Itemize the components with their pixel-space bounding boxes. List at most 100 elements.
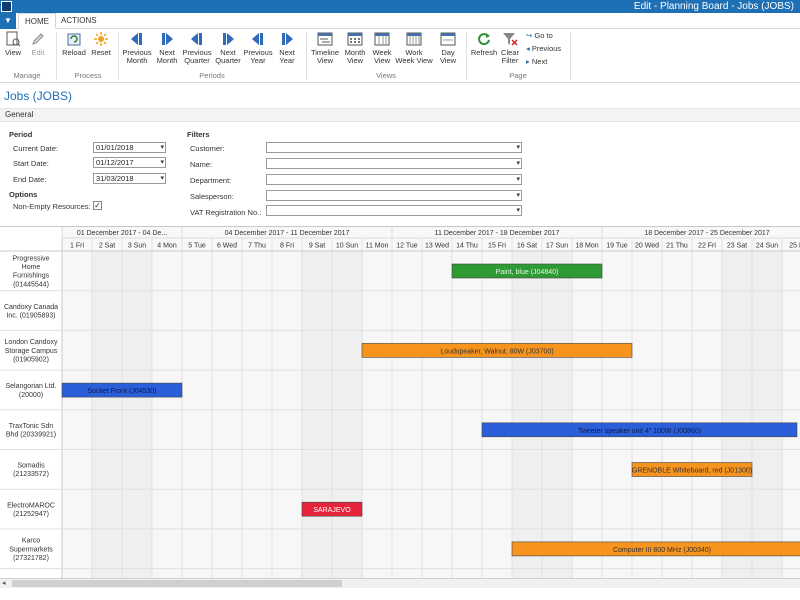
scroll-left-icon[interactable]: ◂	[2, 579, 6, 588]
job-bar-label: GRENOBLE Whiteboard, red (J01300)	[632, 468, 752, 475]
customer-field[interactable]: ▾	[266, 142, 522, 153]
next-year-button[interactable]: Next Year	[273, 31, 301, 65]
next-month-button[interactable]: Next Month	[153, 31, 181, 65]
resource-name[interactable]: Candoxy Canada Inc. (01905893)	[4, 304, 58, 320]
chevron-down-icon[interactable]: ▾	[160, 143, 164, 152]
clear-filter-label-2: Filter	[501, 56, 519, 65]
refresh-button[interactable]: Refresh	[470, 31, 498, 57]
name-label: Name:	[190, 160, 213, 169]
chevron-down-icon[interactable]: ▾	[516, 206, 520, 215]
group-views: Views	[376, 71, 396, 80]
ribbon-divider	[306, 32, 307, 80]
job-bar-label: Socket Front (J04530)	[87, 388, 156, 395]
group-page: Page	[509, 71, 527, 80]
name-field[interactable]: ▾	[266, 158, 522, 169]
end-date-field[interactable]: 31/03/2018 ▾	[93, 173, 166, 184]
refresh-label: Refresh	[470, 48, 498, 57]
ribbon-divider	[56, 32, 57, 80]
month-view-button[interactable]: Month View	[341, 31, 369, 65]
resource-name[interactable]: ElectroMAROC (21252947)	[7, 502, 55, 518]
vat-registration-label: VAT Registration No.:	[190, 208, 262, 217]
end-date-value: 31/03/2018	[96, 174, 134, 183]
day-header: 19 Tue	[606, 243, 628, 250]
day-header: 25 M	[789, 243, 800, 250]
day-header: 13 Wed	[425, 243, 449, 250]
non-empty-resources-checkbox[interactable]: ✓	[93, 201, 102, 210]
view-button[interactable]: View	[3, 31, 23, 57]
ribbon-divider	[118, 32, 119, 80]
day-header: 21 Thu	[666, 243, 688, 250]
job-bar-label: SARAJEVO	[313, 507, 351, 514]
timeline-view-button[interactable]: Timeline View	[309, 31, 341, 65]
chevron-down-icon[interactable]: ▾	[516, 191, 520, 200]
reset-button[interactable]: Reset	[89, 31, 113, 57]
week-calendar-icon	[374, 32, 390, 46]
vat-registration-field[interactable]: ▾	[266, 205, 522, 216]
go-to-label: Go to	[534, 31, 553, 40]
previous-label: Previous	[531, 44, 562, 53]
current-date-field[interactable]: 01/01/2018 ▾	[93, 142, 166, 153]
day-header: 17 Sun	[546, 243, 568, 250]
tab-home[interactable]: HOME	[18, 13, 56, 29]
scrollbar-thumb[interactable]	[12, 580, 342, 587]
month-calendar-icon	[347, 32, 363, 46]
reload-button[interactable]: Reload	[62, 31, 86, 57]
resource-name-line: (21252947)	[13, 511, 49, 518]
work-week-view-button[interactable]: Work Week View	[395, 31, 433, 65]
previous-month-button[interactable]: Previous Month	[121, 31, 153, 65]
day-header: 8 Fri	[280, 243, 294, 250]
ribbon-tab-bar: ▼ HOME ACTIONS	[0, 13, 800, 29]
tab-actions[interactable]: ACTIONS	[55, 13, 103, 29]
month-view-label-2: View	[346, 56, 364, 65]
app-menu-button[interactable]: ▼	[0, 13, 16, 29]
reset-icon	[94, 32, 108, 46]
group-manage: Manage	[13, 71, 41, 80]
resource-name-line: (01445544)	[13, 281, 49, 288]
previous-quarter-button[interactable]: Previous Quarter	[181, 31, 213, 65]
previous-button[interactable]: ◂ Previous	[526, 44, 561, 53]
salesperson-field[interactable]: ▾	[266, 190, 522, 201]
resource-name[interactable]: Progressive Home Furnishings (01445544)	[13, 255, 50, 288]
previous-arrow-icon: ◂	[526, 44, 530, 53]
week-view-button[interactable]: Week View	[369, 31, 395, 65]
next-quarter-button[interactable]: Next Quarter	[213, 31, 243, 65]
horizontal-scrollbar[interactable]: ◂	[0, 578, 800, 588]
page-title: Jobs (JOBS)	[4, 89, 73, 103]
chevron-down-icon[interactable]: ▾	[516, 143, 520, 152]
job-bar-label: Computer III 800 MHz (J00340)	[613, 547, 711, 554]
chevron-down-icon[interactable]: ▾	[516, 175, 520, 184]
next-label: Next	[531, 57, 548, 66]
day-calendar-icon	[440, 32, 456, 46]
department-field[interactable]: ▾	[266, 174, 522, 185]
resource-name[interactable]: TraxTonic Sdn Bhd (20339921)	[6, 423, 56, 439]
day-header: 5 Tue	[188, 243, 206, 250]
next-button[interactable]: ▸ Next	[526, 57, 547, 66]
week-header: 18 December 2017 - 25 December 2017	[644, 230, 769, 237]
job-bar-label: Paint, blue (J04840)	[496, 269, 559, 276]
chevron-down-icon[interactable]: ▾	[160, 158, 164, 167]
next-icon	[282, 33, 293, 45]
resource-name-line: Progressive	[13, 255, 50, 262]
resource-name-line: Furnishings	[13, 273, 50, 280]
current-date-value: 01/01/2018	[96, 143, 134, 152]
clear-filter-button[interactable]: Clear Filter	[498, 31, 522, 65]
planning-board-grid[interactable]: 01 December 2017 - 04 De... 04 December 2…	[0, 227, 800, 578]
day-header: 2 Sat	[99, 243, 115, 250]
day-view-button[interactable]: Day View	[435, 31, 461, 65]
work-week-calendar-icon	[406, 32, 422, 46]
planning-board[interactable]: 01 December 2017 - 04 De... 04 December 2…	[0, 226, 800, 578]
ribbon: View Edit Manage Reload Reset Process Pr…	[0, 29, 800, 83]
resource-name[interactable]: Somadis (21233572)	[13, 463, 49, 479]
resource-name-line: London Candoxy	[5, 339, 58, 346]
go-to-button[interactable]: ↪ Go to	[526, 31, 553, 40]
chevron-down-icon[interactable]: ▾	[516, 159, 520, 168]
general-fasttab[interactable]: General	[0, 108, 800, 122]
previous-year-button[interactable]: Previous Year	[243, 31, 273, 65]
resource-name-line: ElectroMAROC	[7, 502, 55, 509]
edit-button[interactable]: Edit	[27, 31, 49, 57]
day-header: 22 Fri	[698, 243, 716, 250]
day-header: 6 Wed	[217, 243, 237, 250]
chevron-down-icon[interactable]: ▾	[160, 174, 164, 183]
start-date-field[interactable]: 01/12/2017 ▾	[93, 157, 166, 168]
reset-label: Reset	[91, 48, 111, 57]
